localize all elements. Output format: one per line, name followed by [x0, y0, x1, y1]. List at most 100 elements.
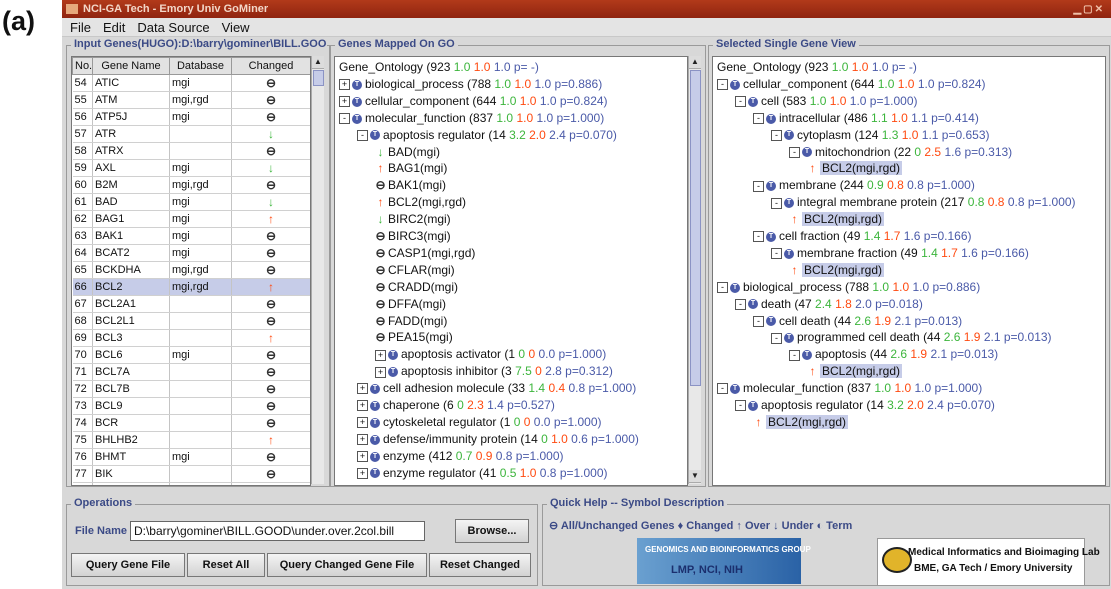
tree-node[interactable]: ⊖ PEA15(mgi)	[375, 329, 452, 345]
collapse-icon[interactable]: -	[789, 146, 800, 158]
collapse-icon[interactable]: -	[735, 96, 746, 108]
tree-node[interactable]: + Tbiological_process (788 1.0 1.0 1.0 p=…	[339, 76, 602, 92]
tree-node[interactable]: - Tmembrane (244 0.9 0.8 0.8 p=1.000)	[753, 177, 975, 193]
expand-icon[interactable]: +	[339, 96, 350, 108]
expand-icon[interactable]: +	[357, 383, 368, 395]
tree-node[interactable]: - Tprogrammed cell death (44 2.6 1.9 2.1 …	[771, 329, 1052, 345]
table-row[interactable]: 57 ATR ↓	[72, 125, 310, 143]
collapse-icon[interactable]: -	[735, 400, 746, 412]
collapse-icon[interactable]: -	[339, 113, 350, 125]
scroll-thumb[interactable]	[313, 70, 324, 86]
table-row[interactable]: 55 ATM mgi,rgd ⊖	[72, 91, 310, 109]
tree-node[interactable]: - Tapoptosis regulator (14 3.2 2.0 2.4 p=…	[357, 127, 617, 143]
scroll-down-icon[interactable]: ▼	[689, 470, 701, 483]
tree-node[interactable]: - Tapoptosis regulator (14 3.2 2.0 2.4 p=…	[735, 397, 995, 413]
expand-icon[interactable]: +	[357, 434, 368, 446]
tree-node[interactable]: + Tapoptosis activator (1 0 0 0.0 p=1.000…	[375, 346, 606, 362]
table-row[interactable]: 66 BCL2 mgi,rgd ↑	[72, 278, 310, 296]
collapse-icon[interactable]: -	[753, 231, 764, 243]
collapse-icon[interactable]: -	[717, 282, 728, 294]
tree-node[interactable]: ↑ BCL2(mgi,rgd)	[807, 160, 903, 176]
table-row[interactable]: 56 ATP5J mgi ⊖	[72, 108, 310, 126]
tree-node[interactable]: - Tmolecular_function (837 1.0 1.0 1.0 p=…	[717, 380, 982, 396]
tree-node[interactable]: + Tcellular_component (644 1.0 1.0 1.0 p=…	[339, 93, 608, 109]
window-controls-icon[interactable]: ▁▢✕	[1073, 4, 1105, 15]
tree-node[interactable]: + Tapoptosis inhibitor (3 7.5 0 2.8 p=0.3…	[375, 363, 613, 379]
collapse-icon[interactable]: -	[771, 129, 782, 141]
tree-node[interactable]: - Tcell death (44 2.6 1.9 2.1 p=0.013)	[753, 313, 962, 329]
col-changed[interactable]: Changed	[231, 57, 310, 75]
gene-table-scrollbar[interactable]: ▲	[311, 56, 324, 484]
tree-node[interactable]: ↑ BCL2(mgi,rgd)	[375, 194, 467, 210]
collapse-icon[interactable]: -	[717, 383, 728, 395]
table-row[interactable]: 67 BCL2A1 ⊖	[72, 295, 310, 313]
table-row[interactable]: 73 BCL9 ⊖	[72, 397, 310, 415]
tree-node[interactable]: ↑ BCL2(mgi,rgd)	[789, 211, 885, 227]
table-row[interactable]: 70 BCL6 mgi ⊖	[72, 346, 310, 364]
tree-node[interactable]: ⊖ BAK1(mgi)	[375, 177, 446, 193]
table-row[interactable]: 74 BCR ⊖	[72, 414, 310, 432]
collapse-icon[interactable]: -	[753, 113, 764, 125]
tree-node[interactable]: ↑ BCL2(mgi,rgd)	[753, 414, 849, 430]
tree-node[interactable]: ↑ BCL2(mgi,rgd)	[789, 262, 885, 278]
table-row[interactable]: 72 BCL7B ⊖	[72, 380, 310, 398]
collapse-icon[interactable]: -	[357, 129, 368, 141]
expand-icon[interactable]: +	[375, 366, 386, 378]
reset-changed-button[interactable]: Reset Changed	[429, 553, 531, 577]
menu-file[interactable]: File	[70, 20, 91, 35]
tree-node[interactable]: - Tcell fraction (49 1.4 1.7 1.6 p=0.166)	[753, 228, 972, 244]
tree-node[interactable]: ⊖ DFFA(mgi)	[375, 296, 446, 312]
menu-data-source[interactable]: Data Source	[137, 20, 209, 35]
table-row[interactable]: 71 BCL7A ⊖	[72, 363, 310, 381]
tree-node[interactable]: + Tcytoskeletal regulator (1 0 0 0.0 p=1.…	[357, 414, 602, 430]
query-gene-file-button[interactable]: Query Gene File	[71, 553, 185, 577]
col-no[interactable]: No.	[72, 57, 93, 75]
tree-node[interactable]: + Tdefense/immunity protein (14 0 1.0 0.6…	[357, 431, 639, 447]
tree-node[interactable]: ↓ BAD(mgi)	[375, 144, 441, 160]
tree-node[interactable]: - Tapoptosis (44 2.6 1.9 2.1 p=0.013)	[789, 346, 998, 362]
tree-node[interactable]: Gene_Ontology (923 1.0 1.0 1.0 p= -)	[717, 59, 917, 75]
tree-node[interactable]: - Tdeath (47 2.4 1.8 2.0 p=0.018)	[735, 296, 923, 312]
tree-node[interactable]: - Tintegral membrane protein (217 0.8 0.8…	[771, 194, 1076, 210]
table-row[interactable]: 61 BAD mgi ↓	[72, 193, 310, 211]
tree-node[interactable]: ⊖ CFLAR(mgi)	[375, 262, 454, 278]
table-row[interactable]: 64 BCAT2 mgi ⊖	[72, 244, 310, 262]
tree-node[interactable]: + Tenzyme (412 0.7 0.9 0.8 p=1.000)	[357, 448, 564, 464]
tree-node[interactable]: - Tmolecular_function (837 1.0 1.0 1.0 p=…	[339, 110, 604, 126]
table-row[interactable]: 65 BCKDHA mgi,rgd ⊖	[72, 261, 310, 279]
scroll-up-icon[interactable]: ▲	[689, 56, 701, 69]
table-row[interactable]: 68 BCL2L1 ⊖	[72, 312, 310, 330]
tree-node[interactable]: - Tcytoplasm (124 1.3 1.0 1.1 p=0.653)	[771, 127, 990, 143]
tree-node[interactable]: ⊖ FADD(mgi)	[375, 313, 447, 329]
collapse-icon[interactable]: -	[771, 197, 782, 209]
table-row[interactable]: 78BIN1mgi⊖	[72, 482, 310, 485]
expand-icon[interactable]: +	[357, 400, 368, 412]
mapped-tree-scrollbar[interactable]: ▲ ▼	[688, 56, 701, 484]
menu-edit[interactable]: Edit	[103, 20, 125, 35]
collapse-icon[interactable]: -	[753, 180, 764, 192]
table-row[interactable]: 76 BHMT mgi ⊖	[72, 448, 310, 466]
expand-icon[interactable]: +	[357, 467, 368, 479]
table-row[interactable]: 63 BAK1 mgi ⊖	[72, 227, 310, 245]
collapse-icon[interactable]: -	[753, 315, 764, 327]
tree-node[interactable]: ⊖ BIRC3(mgi)	[375, 228, 450, 244]
collapse-icon[interactable]: -	[771, 248, 782, 260]
tree-node[interactable]: ↑ BAG1(mgi)	[375, 160, 448, 176]
scroll-thumb[interactable]	[690, 70, 701, 386]
tree-node[interactable]: - Tmembrane fraction (49 1.4 1.7 1.6 p=0.…	[771, 245, 1029, 261]
table-row[interactable]: 58 ATRX ⊖	[72, 142, 310, 160]
collapse-icon[interactable]: -	[735, 298, 746, 310]
tree-node[interactable]: - Tbiological_process (788 1.0 1.0 1.0 p=…	[717, 279, 980, 295]
scroll-up-icon[interactable]: ▲	[312, 56, 324, 69]
collapse-icon[interactable]: -	[771, 332, 782, 344]
collapse-icon[interactable]: -	[789, 349, 800, 361]
table-row[interactable]: 59 AXL mgi ↓	[72, 159, 310, 177]
browse-button[interactable]: Browse...	[455, 519, 529, 543]
tree-node[interactable]: ⊖ CRADD(mgi)	[375, 279, 458, 295]
tree-node[interactable]: Gene_Ontology (923 1.0 1.0 1.0 p= -)	[339, 59, 539, 75]
tree-node[interactable]: + Tchaperone (6 0 2.3 1.4 p=0.527)	[357, 397, 555, 413]
table-row[interactable]: 69 BCL3 ↑	[72, 329, 310, 347]
tree-node[interactable]: - Tcell (583 1.0 1.0 1.0 p=1.000)	[735, 93, 918, 109]
tree-node[interactable]: + Tcell adhesion molecule (33 1.4 0.4 0.8…	[357, 380, 636, 396]
table-row[interactable]: 60 B2M mgi,rgd ⊖	[72, 176, 310, 194]
